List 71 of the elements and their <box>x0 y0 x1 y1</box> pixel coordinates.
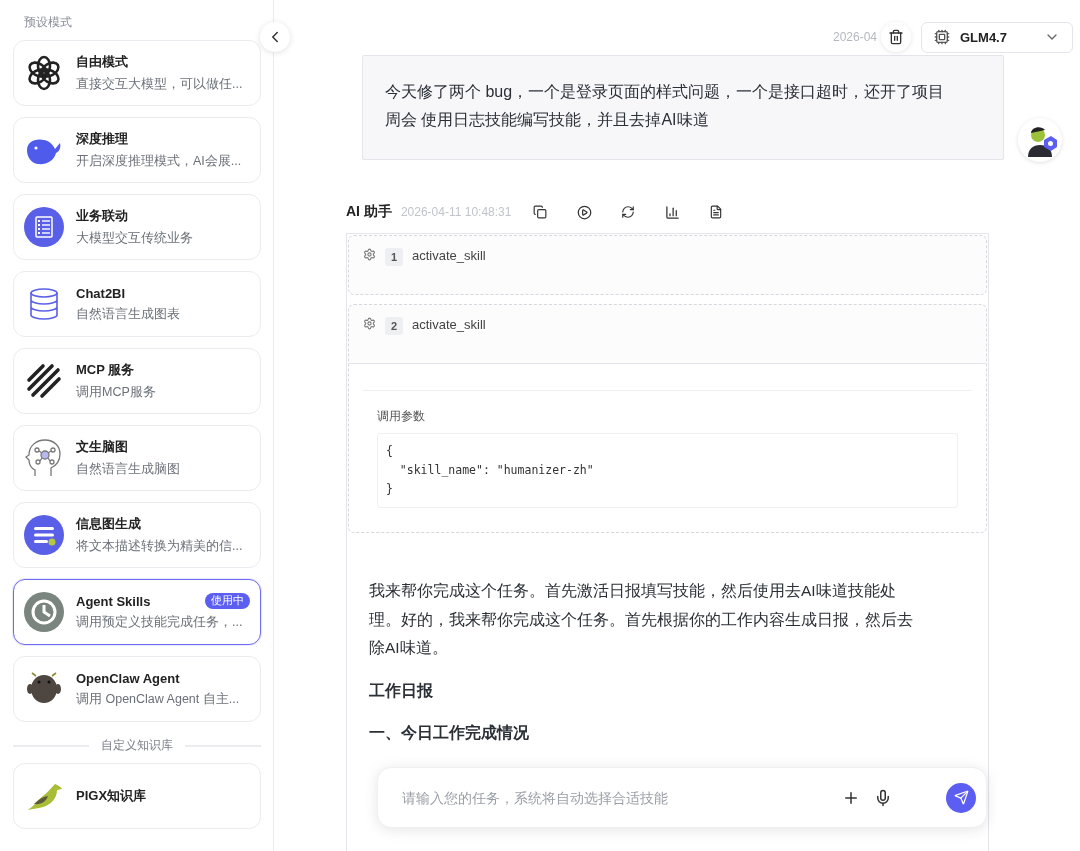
mode-card[interactable]: MCP 服务 调用MCP服务 <box>13 348 261 414</box>
mode-card[interactable]: 文生脑图 自然语言生成脑图 <box>13 425 261 491</box>
mode-title: 自由模式 <box>76 53 128 71</box>
params-label: 调用参数 <box>377 409 426 424</box>
reply-heading: 一、今日工作完成情况 <box>369 723 530 743</box>
play-icon <box>576 204 592 220</box>
document-icon <box>709 205 724 219</box>
mode-title: Agent Skills <box>76 593 151 609</box>
refresh-icon <box>621 205 636 219</box>
document-icon <box>24 207 64 247</box>
step-number: 2 <box>385 317 403 335</box>
user-avatar <box>1018 118 1062 162</box>
copy-icon <box>533 205 548 219</box>
database-icon <box>28 287 60 321</box>
bar-chart-icon <box>664 204 680 220</box>
mode-title: MCP 服务 <box>76 361 135 379</box>
message-time: 2026-04-11 10:48:31 <box>400 205 512 219</box>
tool-step[interactable]: 2 activate_skill 调用参数 { "skill_name": "humanizer-zh" } <box>348 304 987 533</box>
user-message: 今天修了两个 bug，一个是登录页面的样式问题，一个是接口超时，还开了项目周会 使用日志技能编写技能，并且去掉AI味道 <box>362 55 1004 160</box>
mode-card[interactable]: 自由模式 直接交互大模型，可以做任... <box>13 40 261 106</box>
mode-description: 直接交互大模型，可以做任... <box>76 76 244 93</box>
gear-icon <box>363 317 376 330</box>
mic-icon <box>874 788 892 807</box>
mode-title: OpenClaw Agent <box>76 670 180 686</box>
mode-description: 开启深度推理模式，AI会展... <box>76 153 243 170</box>
mode-card[interactable]: OpenClaw Agent 调用 OpenClaw Agent 自主... <box>13 656 261 722</box>
reply-heading: 工作日报 <box>369 680 434 701</box>
tool-step[interactable]: 1 activate_skill <box>348 235 987 295</box>
send-icon <box>953 790 969 805</box>
mode-title: Chat2BI <box>76 285 126 301</box>
mode-card[interactable]: 业务联动 大模型交互传统业务 <box>13 194 261 260</box>
model-select[interactable]: GLM4.7 <box>921 21 1073 53</box>
chip-icon <box>934 29 950 45</box>
stripes-icon <box>25 362 63 400</box>
reply-text: 我来帮你完成这个任务。首先激活日报填写技能，然后使用去AI味道技能处理。好的，我来帮你完成这个任务。首先根据你的工作内容生成日报，然后去除AI味道。 <box>369 581 914 658</box>
mode-title: 深度推理 <box>76 130 128 148</box>
mode-description: 将文本描述转换为精美的信... <box>76 538 244 555</box>
step-name: activate_skill <box>412 317 486 332</box>
status-badge: 使用中 <box>205 593 250 609</box>
delete-button[interactable] <box>881 22 911 52</box>
knot-icon <box>26 55 62 91</box>
section-title: 预设模式 <box>23 14 73 31</box>
mode-card[interactable]: PIGX知识库 <box>13 763 261 829</box>
mode-card[interactable]: 深度推理 开启深度推理模式，AI会展... <box>13 117 261 183</box>
params-code: { "skill_name": "humanizer-zh" } <box>377 433 958 508</box>
trash-icon <box>888 29 904 45</box>
mode-title: 业务联动 <box>76 207 128 225</box>
mode-card[interactable]: Agent Skills 使用中 调用预定义技能完成任务，... <box>13 579 261 645</box>
mode-description: 大模型交互传统业务 <box>76 230 194 247</box>
mode-description: 自然语言生成脑图 <box>76 461 181 478</box>
message-time: 2026-04 <box>832 30 877 44</box>
mode-description: 调用MCP服务 <box>76 384 157 401</box>
collapse-button[interactable] <box>260 22 290 52</box>
assistant-name: AI 助手 <box>346 203 392 221</box>
step-number: 1 <box>385 248 403 266</box>
section-title: 自定义知识库 <box>101 737 173 754</box>
mode-description: 调用 OpenClaw Agent 自主... <box>76 690 241 708</box>
mode-card[interactable]: Chat2BI 自然语言生成图表 <box>13 271 261 337</box>
mode-description: 调用预定义技能完成任务，... <box>76 614 244 631</box>
mode-card[interactable]: 信息图生成 将文本描述转换为精美的信... <box>13 502 261 568</box>
send-button[interactable] <box>946 782 976 813</box>
head-icon <box>25 438 63 478</box>
mode-description: 自然语言生成图表 <box>76 305 181 323</box>
lines-icon <box>24 515 64 555</box>
mode-title: PIGX知识库 <box>76 787 147 805</box>
mode-title: 信息图生成 <box>76 515 141 533</box>
step-name: activate_skill <box>412 248 486 263</box>
mic-button[interactable] <box>874 788 892 807</box>
gear-icon <box>363 248 376 261</box>
clock-icon <box>24 592 64 632</box>
mode-title: 文生脑图 <box>76 438 128 456</box>
